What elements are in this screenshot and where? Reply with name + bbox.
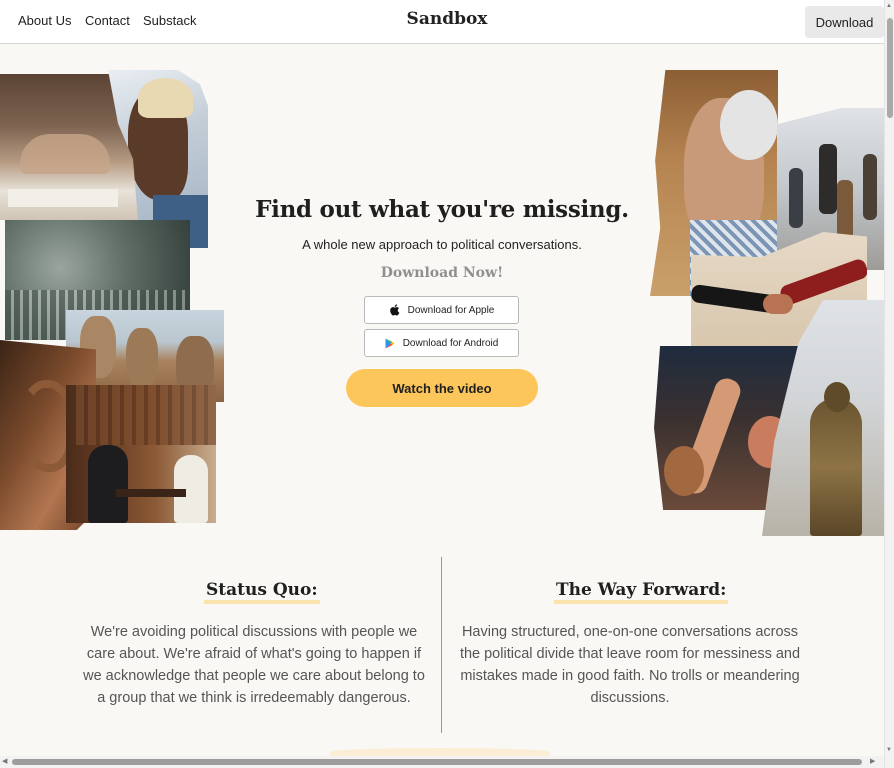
apple-icon xyxy=(389,304,400,316)
two-men-talking-photo xyxy=(66,385,216,523)
way-forward-heading: The Way Forward: xyxy=(554,580,729,604)
heading-underline xyxy=(554,600,729,604)
hero-subtitle: A whole new approach to political conver… xyxy=(302,237,582,252)
brand-logo[interactable]: Sandbox xyxy=(0,9,894,29)
horizontal-scrollbar[interactable]: ◀ ▶ xyxy=(0,756,884,768)
way-forward-body: Having structured, one-on-one conversati… xyxy=(459,624,801,706)
vertical-scroll-thumb[interactable] xyxy=(887,18,893,118)
android-button-label: Download for Android xyxy=(402,337,499,349)
next-section-peek xyxy=(330,748,550,756)
hero-title: Find out what you're missing. xyxy=(255,196,629,223)
scroll-up-icon[interactable]: ▲ xyxy=(886,3,892,9)
apple-button-label: Download for Apple xyxy=(407,304,495,316)
scroll-down-icon[interactable]: ▼ xyxy=(886,747,892,753)
section-divider xyxy=(441,557,442,733)
status-quo-body: We're avoiding political discussions wit… xyxy=(83,624,425,706)
download-apple-button[interactable]: Download for Apple xyxy=(364,296,519,324)
scroll-left-icon[interactable]: ◀ xyxy=(2,757,7,765)
status-quo-heading: Status Quo: xyxy=(204,580,320,604)
download-android-button[interactable]: Download for Android xyxy=(364,329,519,357)
google-play-icon xyxy=(385,338,395,349)
heading-underline xyxy=(204,600,320,604)
watch-video-button[interactable]: Watch the video xyxy=(346,369,538,407)
horizontal-scroll-thumb[interactable] xyxy=(12,759,862,765)
vertical-scrollbar[interactable]: ▲ ▼ xyxy=(884,0,894,768)
scroll-right-icon[interactable]: ▶ xyxy=(870,757,875,765)
download-now-heading: Download Now! xyxy=(380,265,504,281)
